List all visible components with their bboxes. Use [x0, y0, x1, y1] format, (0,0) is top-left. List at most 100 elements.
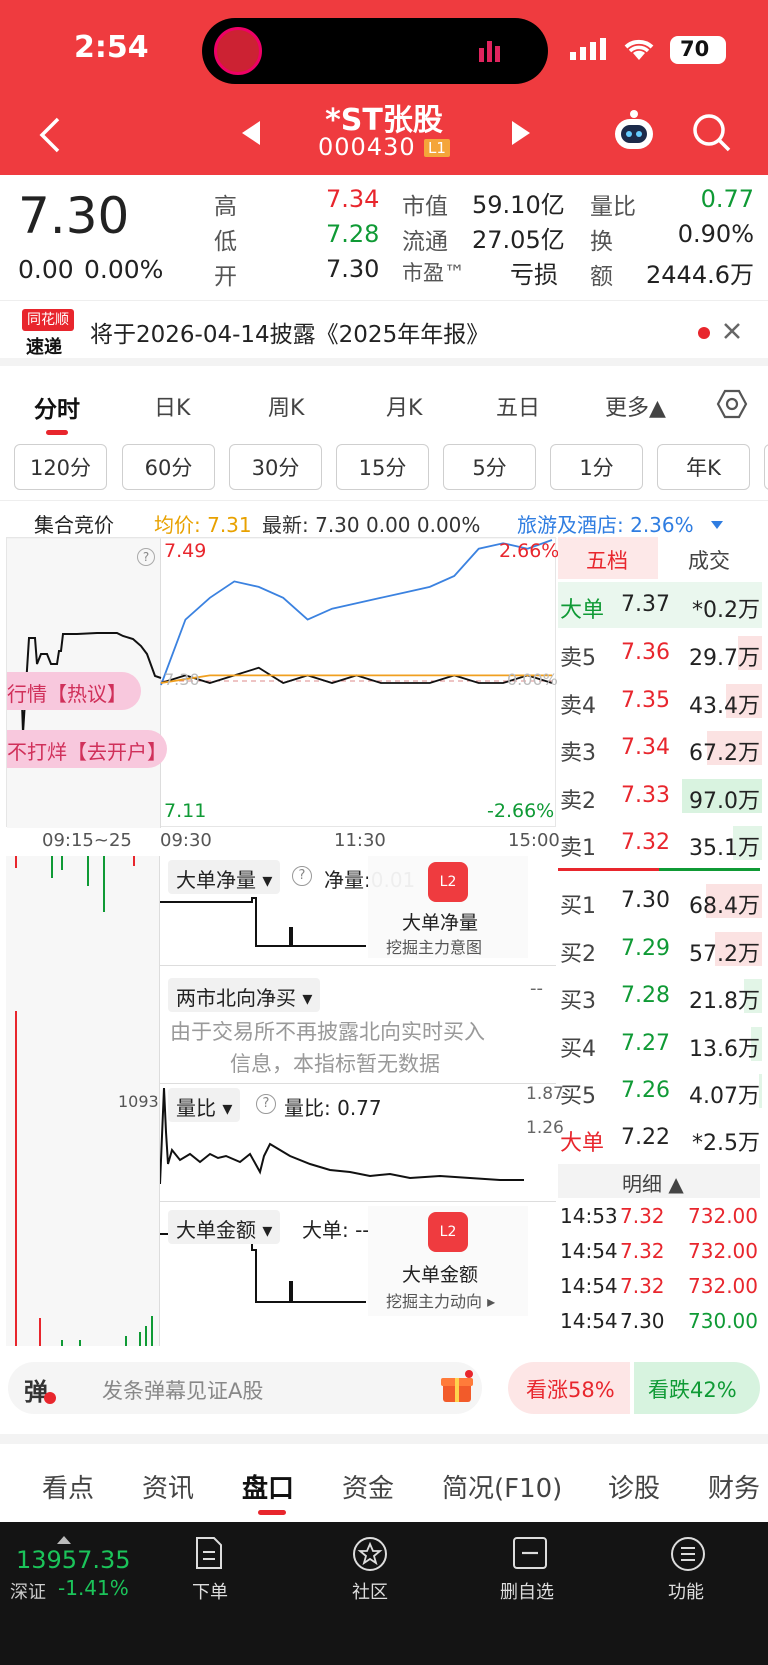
period-30m[interactable]: 30分: [229, 444, 322, 490]
northbound-title[interactable]: 两市北向净买 ▾: [168, 978, 321, 1012]
time-label-noon: 11:30: [334, 830, 386, 851]
ad-pill-open-account[interactable]: 不打烊【去开户】: [7, 730, 167, 768]
ask-row[interactable]: 卖5 7.36 29.7万: [558, 630, 762, 676]
danmaku-input[interactable]: 弹 发条弹幕见证A股: [8, 1362, 482, 1414]
big-net-promo-sub: 挖掘主力意图: [386, 938, 483, 957]
period-5m[interactable]: 5分: [443, 444, 536, 490]
bid-row[interactable]: 买1 7.30 68.4万: [558, 878, 762, 924]
ask-row[interactable]: 卖3 7.34 67.2万: [558, 725, 762, 771]
tick-volume: 732.00: [688, 1204, 758, 1228]
robot-assistant-icon[interactable]: [612, 109, 656, 153]
next-stock-icon[interactable]: [510, 119, 532, 151]
tab-f10[interactable]: 简况(F10): [442, 1468, 562, 1505]
big-net-help-icon[interactable]: ?: [292, 866, 312, 886]
level-label: 卖5: [560, 646, 596, 671]
index-pct: -1.41%: [58, 1576, 129, 1600]
settings-hexagon-icon[interactable]: [716, 388, 748, 424]
ask-row[interactable]: 卖4 7.35 43.4万: [558, 678, 762, 724]
tab-highlights[interactable]: 看点: [42, 1468, 94, 1505]
l2-badge-icon: L2: [428, 1212, 468, 1252]
time-label-open: 09:30: [160, 830, 212, 851]
indicator-volume-ratio[interactable]: 量比 ▾ ? 量比: 0.77 1.87 1.26: [160, 1084, 564, 1202]
tab-day-k[interactable]: 日K: [154, 390, 190, 422]
tick-volume: 730.00: [688, 1309, 758, 1333]
avatar[interactable]: [214, 27, 262, 75]
tab-five-levels[interactable]: 五档: [558, 537, 658, 579]
tab-more[interactable]: 更多▲: [605, 390, 666, 422]
period-year-k[interactable]: 年K: [657, 444, 750, 490]
remove-watchlist-icon[interactable]: [512, 1536, 548, 1570]
tab-five-day[interactable]: 五日: [496, 390, 540, 422]
latest-price: 最新: 7.30 0.00 0.00%: [262, 513, 481, 537]
ob-big-sell: 大单 7.37 *0.2万: [558, 582, 762, 628]
big-amount-title[interactable]: 大单金额 ▾: [168, 1210, 281, 1244]
close-icon[interactable]: [722, 321, 742, 345]
community-icon[interactable]: [352, 1536, 388, 1572]
level-volume: 97.0万: [689, 788, 760, 814]
level-price: 7.33: [621, 782, 670, 808]
dock-functions-label[interactable]: 功能: [668, 1578, 704, 1604]
tab-funds[interactable]: 资金: [342, 1468, 394, 1505]
indicator-big-net[interactable]: 大单净量 ▾ ? 净量:0.01 L2 大单净量 挖掘主力意图: [160, 856, 556, 966]
indicator-big-amount[interactable]: 大单金额 ▾ 大单: -- L2 大单金额 挖掘主力动向 ▸: [160, 1206, 556, 1346]
period-60m[interactable]: 60分: [122, 444, 215, 490]
big-net-promo[interactable]: L2 大单净量 挖掘主力意图: [368, 856, 528, 958]
tab-news[interactable]: 资讯: [142, 1468, 194, 1505]
level-volume: 13.6万: [689, 1036, 760, 1062]
detail-tabs: 看点 资讯 盘口 资金 简况(F10) 诊股 财务: [0, 1444, 768, 1518]
detail-header[interactable]: 明细 ▲: [558, 1164, 760, 1198]
search-icon[interactable]: [692, 113, 732, 157]
tab-week-k[interactable]: 周K: [268, 390, 304, 422]
tick-row: 14:54 7.32 732.00: [558, 1270, 762, 1304]
chart-min-price: 7.11: [164, 800, 207, 822]
bearish-vote[interactable]: 看跌42%: [634, 1362, 760, 1414]
danmaku-placeholder: 发条弹幕见证A股: [102, 1379, 264, 1403]
ask-row[interactable]: 卖1 7.32 35.1万: [558, 820, 762, 866]
dock-community-label[interactable]: 社区: [352, 1578, 388, 1604]
northbound-msg-1: 由于交易所不再披露北向实时买入: [170, 1020, 485, 1044]
tab-order-book[interactable]: 盘口: [242, 1468, 294, 1505]
danmaku-badge: [44, 1392, 56, 1404]
order-icon[interactable]: [192, 1536, 226, 1570]
notice-banner[interactable]: 同花顺 速递 将于2026-04-14披露《2025年年报》: [0, 300, 768, 366]
gift-icon[interactable]: [440, 1370, 474, 1408]
menu-icon[interactable]: [670, 1536, 706, 1572]
tab-minute[interactable]: 分时: [34, 390, 80, 424]
tick-row: 14:53 7.32 732.00: [558, 1200, 762, 1234]
vol-ratio-title[interactable]: 量比 ▾: [168, 1088, 241, 1122]
bid-row[interactable]: 买3 7.28 21.8万: [558, 973, 762, 1019]
auction-label[interactable]: 集合竞价: [34, 509, 114, 538]
volume-peak-label: 1093: [118, 1092, 159, 1111]
big-amount-promo[interactable]: L2 大单金额 挖掘主力动向 ▸: [368, 1206, 528, 1316]
stock-code: 000430: [318, 133, 416, 161]
level-volume: 4.07万: [689, 1084, 760, 1109]
bullish-vote[interactable]: 看涨58%: [508, 1362, 630, 1414]
indicator-northbound[interactable]: 两市北向净买 ▾ -- 由于交易所不再披露北向实时买入 信息，本指标暂无数据: [160, 974, 556, 1084]
help-icon[interactable]: ?: [137, 548, 155, 566]
dock-order-label[interactable]: 下单: [192, 1578, 228, 1604]
vol-ratio-help-icon[interactable]: ?: [256, 1094, 276, 1114]
tick-volume: 732.00: [688, 1239, 758, 1263]
bid-row[interactable]: 买5 7.26 4.07万: [558, 1068, 762, 1114]
bid-row[interactable]: 买2 7.29 57.2万: [558, 926, 762, 972]
battery-level: 70: [680, 37, 710, 61]
period-1m[interactable]: 1分: [550, 444, 643, 490]
ask-row[interactable]: 卖2 7.33 97.0万: [558, 773, 762, 819]
sector-performance[interactable]: 旅游及酒店: 2.36%: [517, 509, 694, 538]
index-value[interactable]: 13957.35: [16, 1546, 131, 1574]
tab-deals[interactable]: 成交: [688, 545, 730, 575]
ob-big-buy: 大单 7.22 *2.5万: [560, 1125, 760, 1156]
bid-row[interactable]: 买4 7.27 13.6万: [558, 1021, 762, 1067]
big-net-title[interactable]: 大单净量 ▾: [168, 860, 281, 894]
level-price: 7.36: [621, 640, 670, 665]
tab-diagnosis[interactable]: 诊股: [608, 1468, 660, 1505]
period-15m[interactable]: 15分: [336, 444, 429, 490]
period-120m[interactable]: 120分: [14, 444, 107, 490]
tick-time: 14:53: [560, 1204, 618, 1228]
tab-financials[interactable]: 财务: [708, 1468, 760, 1505]
ad-pill-hot[interactable]: 行情【热议】: [7, 672, 141, 710]
tab-month-k[interactable]: 月K: [386, 390, 422, 422]
dock-remove-label[interactable]: 删自选: [500, 1578, 554, 1604]
sector-dropdown-icon[interactable]: [710, 515, 724, 534]
price-chart[interactable]: ? 7.49 2.66% 7.11 -2.66% 7.30 0.00% 行情【热…: [6, 537, 559, 828]
